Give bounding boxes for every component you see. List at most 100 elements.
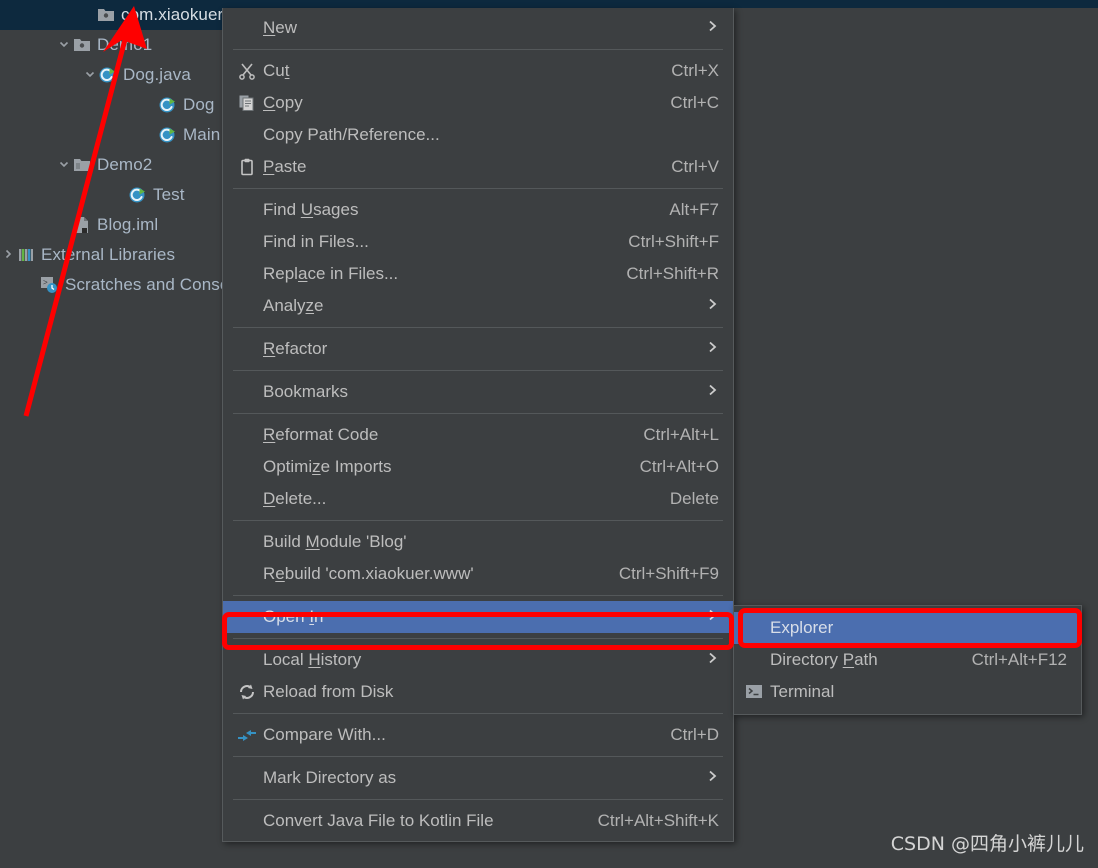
scratches-icon: > xyxy=(40,275,60,295)
folder-icon xyxy=(72,155,92,175)
chevron-right-icon xyxy=(703,650,719,670)
libraries-icon xyxy=(16,245,36,265)
tree-row[interactable]: External Libraries xyxy=(0,240,222,270)
menu-item-label: Local History xyxy=(263,650,362,669)
clipboard-icon xyxy=(237,157,263,177)
menu-item-find-in-files[interactable]: Find in Files... Ctrl+Shift+F xyxy=(223,226,733,258)
java-class-icon xyxy=(158,95,178,115)
menu-item-shortcut: Ctrl+Shift+F9 xyxy=(618,564,719,583)
menu-item-label: Analyze xyxy=(263,296,324,315)
iml-file-icon xyxy=(72,215,92,235)
package-folder-icon xyxy=(72,35,92,55)
menu-item-new[interactable]: New xyxy=(223,12,733,44)
java-class-icon xyxy=(158,125,178,145)
menu-item-convert-java-file-to-kotlin-file[interactable]: Convert Java File to Kotlin File Ctrl+Alt… xyxy=(223,805,733,837)
chevron-right-icon xyxy=(703,382,719,402)
chevron-right-icon[interactable] xyxy=(0,248,16,262)
chevron-down-icon[interactable] xyxy=(56,158,72,172)
menu-separator xyxy=(233,520,723,521)
submenu-item-terminal[interactable]: Terminal xyxy=(734,676,1081,708)
chevron-right-icon xyxy=(703,768,719,788)
tree-item-label: Demo2 xyxy=(97,155,153,174)
editor-background xyxy=(734,8,1098,868)
menu-item-shortcut: Ctrl+Shift+R xyxy=(626,264,719,283)
menu-item-replace-in-files[interactable]: Replace in Files... Ctrl+Shift+R xyxy=(223,258,733,290)
tree-row[interactable]: Dog xyxy=(0,90,222,120)
tree-item-label: External Libraries xyxy=(41,245,176,264)
menu-item-analyze[interactable]: Analyze xyxy=(223,290,733,322)
java-class-icon xyxy=(158,125,178,145)
tree-row[interactable]: Demo1 xyxy=(0,30,222,60)
java-class-icon xyxy=(128,185,148,205)
chevron-down-icon[interactable] xyxy=(56,38,72,52)
copy-icon xyxy=(237,93,263,113)
java-class-icon xyxy=(98,65,118,85)
menu-item-paste[interactable]: Paste Ctrl+V xyxy=(223,151,733,183)
menu-item-refactor[interactable]: Refactor xyxy=(223,333,733,365)
menu-item-label: Build Module 'Blog' xyxy=(263,532,407,551)
menu-item-reload-from-disk[interactable]: Reload from Disk xyxy=(223,676,733,708)
menu-icon-slot xyxy=(237,125,263,145)
menu-separator xyxy=(233,756,723,757)
menu-item-mark-directory-as[interactable]: Mark Directory as xyxy=(223,762,733,794)
csdn-watermark: CSDN @四角小裤儿儿 xyxy=(890,833,1084,855)
tree-item-label: Dog xyxy=(183,95,215,114)
menu-item-open-in[interactable]: Open In xyxy=(223,601,733,633)
compare-icon xyxy=(237,725,263,745)
menu-item-label: Paste xyxy=(263,157,307,176)
open-in-submenu: Explorer Directory Path Ctrl+Alt+F12 Termin… xyxy=(733,605,1082,715)
scratches-icon: > xyxy=(40,275,60,295)
tree-row[interactable]: Main xyxy=(0,120,222,150)
terminal-icon xyxy=(744,682,770,702)
menu-item-copy-path-reference[interactable]: Copy Path/Reference... xyxy=(223,119,733,151)
menu-item-shortcut: Alt+F7 xyxy=(669,200,719,219)
submenu-item-label: Terminal xyxy=(770,682,835,701)
tree-item-label: Demo1 xyxy=(97,35,153,54)
submenu-item-label: Explorer xyxy=(770,618,834,637)
menu-item-local-history[interactable]: Local History xyxy=(223,644,733,676)
menu-item-optimize-imports[interactable]: Optimize Imports Ctrl+Alt+O xyxy=(223,451,733,483)
tree-row[interactable]: > Scratches and Consoles xyxy=(0,270,222,300)
tree-row[interactable]: Test xyxy=(0,180,222,210)
menu-icon-slot xyxy=(237,232,263,252)
menu-item-build-module-blog[interactable]: Build Module 'Blog' xyxy=(223,526,733,558)
tree-item-label: Dog.java xyxy=(123,65,191,84)
menu-item-shortcut: Ctrl+D xyxy=(670,725,719,744)
menu-separator xyxy=(233,188,723,189)
submenu-item-directory-path[interactable]: Directory Path Ctrl+Alt+F12 xyxy=(734,644,1081,676)
menu-separator xyxy=(233,638,723,639)
tree-row[interactable]: Blog.iml xyxy=(0,210,222,240)
menu-item-shortcut: Delete xyxy=(669,489,719,508)
menu-item-label: Delete... xyxy=(263,489,327,508)
menu-item-rebuild-com-xiaokuer-www[interactable]: Rebuild 'com.xiaokuer.www' Ctrl+Shift+F9 xyxy=(223,558,733,590)
menu-separator xyxy=(233,413,723,414)
menu-item-cut[interactable]: Cut Ctrl+X xyxy=(223,55,733,87)
menu-item-label: Copy Path/Reference... xyxy=(263,125,440,144)
menu-item-reformat-code[interactable]: Reformat Code Ctrl+Alt+L xyxy=(223,419,733,451)
chevron-right-icon xyxy=(703,18,719,38)
menu-icon-slot xyxy=(237,425,263,445)
editor-top-strip xyxy=(222,0,1098,8)
menu-item-shortcut: Ctrl+Shift+F xyxy=(628,232,719,251)
tree-row[interactable]: Dog.java xyxy=(0,60,222,90)
menu-separator xyxy=(233,49,723,50)
menu-item-label: Cut xyxy=(263,61,290,80)
tree-row[interactable]: com.xiaokuer xyxy=(0,0,222,30)
menu-item-label: Reload from Disk xyxy=(263,682,394,701)
menu-item-bookmarks[interactable]: Bookmarks xyxy=(223,376,733,408)
menu-item-label: Open In xyxy=(263,607,324,626)
terminal-icon xyxy=(744,682,764,702)
menu-icon-slot xyxy=(237,607,263,627)
menu-item-delete[interactable]: Delete... Delete xyxy=(223,483,733,515)
submenu-item-explorer[interactable]: Explorer xyxy=(734,612,1081,644)
menu-item-find-usages[interactable]: Find Usages Alt+F7 xyxy=(223,194,733,226)
menu-item-compare-with[interactable]: Compare With... Ctrl+D xyxy=(223,719,733,751)
package-folder-icon xyxy=(96,5,116,25)
java-class-icon xyxy=(98,65,118,85)
menu-item-copy[interactable]: Copy Ctrl+C xyxy=(223,87,733,119)
chevron-down-icon[interactable] xyxy=(82,68,98,82)
tree-item-label: com.xiaokuer xyxy=(121,5,222,24)
scissors-icon xyxy=(237,61,257,81)
chevron-right-icon xyxy=(703,296,719,316)
tree-row[interactable]: Demo2 xyxy=(0,150,222,180)
